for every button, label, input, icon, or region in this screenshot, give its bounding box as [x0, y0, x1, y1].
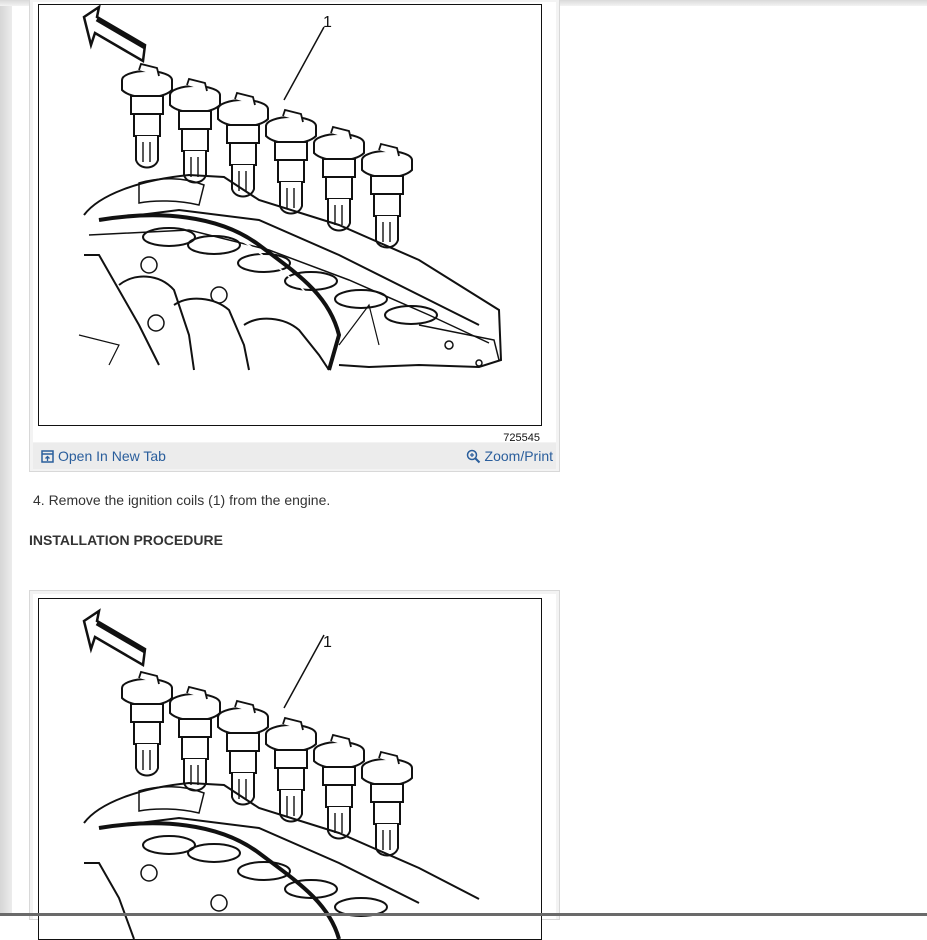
ignition-coil [313, 733, 365, 840]
ignition-coil-illustration[interactable]: 1 [38, 4, 542, 426]
figure-footer: Open In New Tab Zoom/Print [33, 443, 556, 469]
open-in-new-tab-link[interactable]: Open In New Tab [41, 448, 166, 464]
ignition-coil [265, 716, 317, 823]
ignition-coil [361, 750, 413, 857]
ignition-coil [121, 670, 173, 777]
figure-card-removal: 1 725545 Open In New Tab Zoom/Print [29, 0, 560, 472]
zoom-print-label: Zoom/Print [484, 448, 553, 464]
ignition-coil [169, 685, 221, 792]
figure-image-area: 1 725545 [33, 2, 556, 444]
ignition-coil [217, 699, 269, 806]
step-4-text: 4. Remove the ignition coils (1) from th… [33, 492, 331, 508]
open-in-new-tab-label: Open In New Tab [58, 448, 166, 464]
zoom-in-icon [466, 449, 480, 463]
left-scroll-shadow [0, 0, 12, 916]
engine-line-drawing: 1 [82, 608, 480, 939]
ignition-coil [265, 108, 317, 215]
ignition-coil [313, 125, 365, 232]
zoom-print-link[interactable]: Zoom/Print [466, 448, 553, 464]
callout-number-1: 1 [323, 14, 332, 31]
callout-number-1: 1 [323, 634, 332, 651]
ignition-coil-illustration[interactable]: 1 [38, 598, 542, 940]
ignition-coil [169, 77, 221, 184]
ignition-coil [121, 62, 173, 169]
figure-image-area: 1 [33, 594, 556, 940]
open-in-new-tab-icon [41, 449, 54, 463]
ignition-coil [217, 91, 269, 198]
installation-procedure-heading: INSTALLATION PROCEDURE [29, 532, 223, 548]
ignition-coil [361, 142, 413, 249]
engine-line-drawing: 1 [78, 5, 503, 371]
figure-card-installation: 1 [29, 590, 560, 940]
